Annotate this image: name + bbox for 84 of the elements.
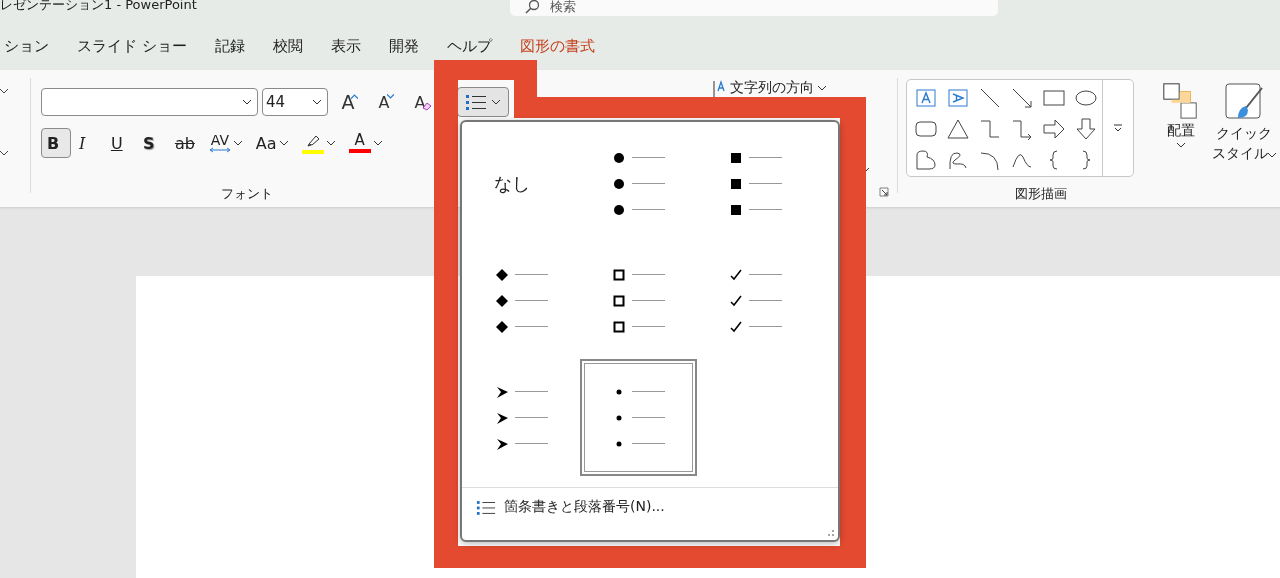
- bullet-icon: [495, 293, 509, 308]
- bullet-icon: [495, 267, 509, 282]
- bullets-button[interactable]: [456, 87, 509, 117]
- bullet-icon: [612, 150, 626, 165]
- line-icon[interactable]: [978, 87, 1001, 109]
- bullet-list-icon: [465, 93, 488, 111]
- elbow-arrow-connector-icon[interactable]: [1010, 118, 1033, 140]
- bullet-icon: [612, 319, 626, 334]
- vertical-text-box-icon[interactable]: [946, 87, 969, 109]
- italic-button[interactable]: I: [72, 128, 103, 158]
- font-color-button[interactable]: A: [342, 128, 388, 158]
- spacing-button[interactable]: AV: [202, 128, 248, 158]
- clear-formatting-button[interactable]: A: [403, 88, 436, 116]
- quick-styles-button[interactable]: クイック スタイル: [1208, 70, 1280, 207]
- ribbon-tab[interactable]: ション: [0, 32, 59, 60]
- bullet-icon: [729, 176, 743, 191]
- chevron-icon: [242, 99, 251, 105]
- chevron-icon: [492, 99, 501, 105]
- group-label: フォント: [220, 186, 273, 201]
- bullet-icon: [729, 293, 743, 308]
- ribbon-tab[interactable]: ヘルプ: [436, 32, 502, 60]
- search-icon: [524, 0, 540, 15]
- dialog-launcher-icon[interactable]: [878, 187, 889, 197]
- chevron-icon: [1268, 152, 1276, 159]
- chevron-icon: [312, 99, 321, 105]
- bullet-icon: [612, 176, 626, 191]
- ribbon-tab[interactable]: スライド ショー: [67, 32, 197, 60]
- freeform-icon[interactable]: [914, 149, 937, 171]
- grow-font-button[interactable]: A: [331, 88, 364, 116]
- triangle-icon[interactable]: [946, 118, 969, 140]
- bullet-icon: [495, 436, 509, 451]
- ribbon-tab[interactable]: 記録: [204, 32, 255, 60]
- bullet-icon: [729, 319, 743, 334]
- underline-button[interactable]: U: [104, 128, 135, 158]
- bullet-icon: [495, 319, 509, 334]
- elbow-connector-icon[interactable]: [978, 118, 1001, 140]
- chevron-icon: [279, 140, 288, 146]
- ribbon-tab[interactable]: 校閲: [262, 32, 313, 60]
- bullet-icon: [729, 150, 743, 165]
- right-arrow-icon[interactable]: [1042, 118, 1065, 140]
- bullet-icon: [495, 410, 509, 425]
- search-field[interactable]: 検索: [510, 0, 998, 16]
- ribbon-tab[interactable]: 図形の書式: [509, 32, 605, 60]
- paintbrush-icon: [1224, 82, 1264, 122]
- font-size-field[interactable]: 44: [261, 88, 328, 116]
- chevron-icon: [233, 140, 242, 146]
- arrow-line-icon[interactable]: [1010, 87, 1033, 109]
- chevron-icon: [0, 88, 8, 94]
- down-arrow-icon[interactable]: [1074, 118, 1097, 140]
- more-icon: [1112, 124, 1123, 132]
- bullet-icon: [729, 267, 743, 282]
- text-direction-icon: [711, 79, 726, 97]
- bullet-icon: [612, 202, 626, 217]
- bullet-list-icon: [476, 498, 496, 516]
- bullet-icon: [495, 384, 509, 399]
- ribbon-tab[interactable]: 開発: [378, 32, 429, 60]
- strikethrough-button[interactable]: ab: [168, 128, 201, 158]
- bullets-and-numbering-menu-item[interactable]: 箇条書きと段落番号(N)...: [476, 498, 665, 516]
- resize-grip-icon[interactable]: [827, 529, 835, 537]
- chevron-icon: [817, 85, 826, 91]
- shadow-button[interactable]: S: [136, 128, 167, 158]
- case-button[interactable]: Aa: [249, 128, 294, 158]
- group-label: 図形描画: [1014, 186, 1067, 201]
- chevron-icon: [326, 140, 335, 146]
- arrange-button[interactable]: 配置: [1154, 70, 1208, 207]
- bold-button[interactable]: B: [40, 128, 71, 158]
- text-box-icon[interactable]: [914, 87, 937, 109]
- bullet-icon: [729, 202, 743, 217]
- bullet-icon: [612, 267, 626, 282]
- bullet-icon: [612, 293, 626, 308]
- rounded-rectangle-icon[interactable]: [914, 118, 937, 140]
- chevron-icon: [373, 140, 382, 146]
- text-direction-button[interactable]: 文字列の方向: [729, 79, 814, 97]
- ribbon-tab[interactable]: 表示: [320, 32, 371, 60]
- oval-icon[interactable]: [1074, 87, 1097, 109]
- rectangle-icon[interactable]: [1042, 87, 1065, 109]
- font-name-field[interactable]: [40, 88, 258, 116]
- shrink-font-button[interactable]: A: [367, 88, 400, 116]
- chevron-icon: [1177, 142, 1186, 148]
- arc-icon[interactable]: [978, 149, 1001, 171]
- scribble-icon[interactable]: [946, 149, 969, 171]
- chevron-icon: [0, 150, 8, 156]
- bullet-style-option[interactable]: なし: [463, 125, 580, 242]
- double-arrow-icon: [208, 147, 231, 153]
